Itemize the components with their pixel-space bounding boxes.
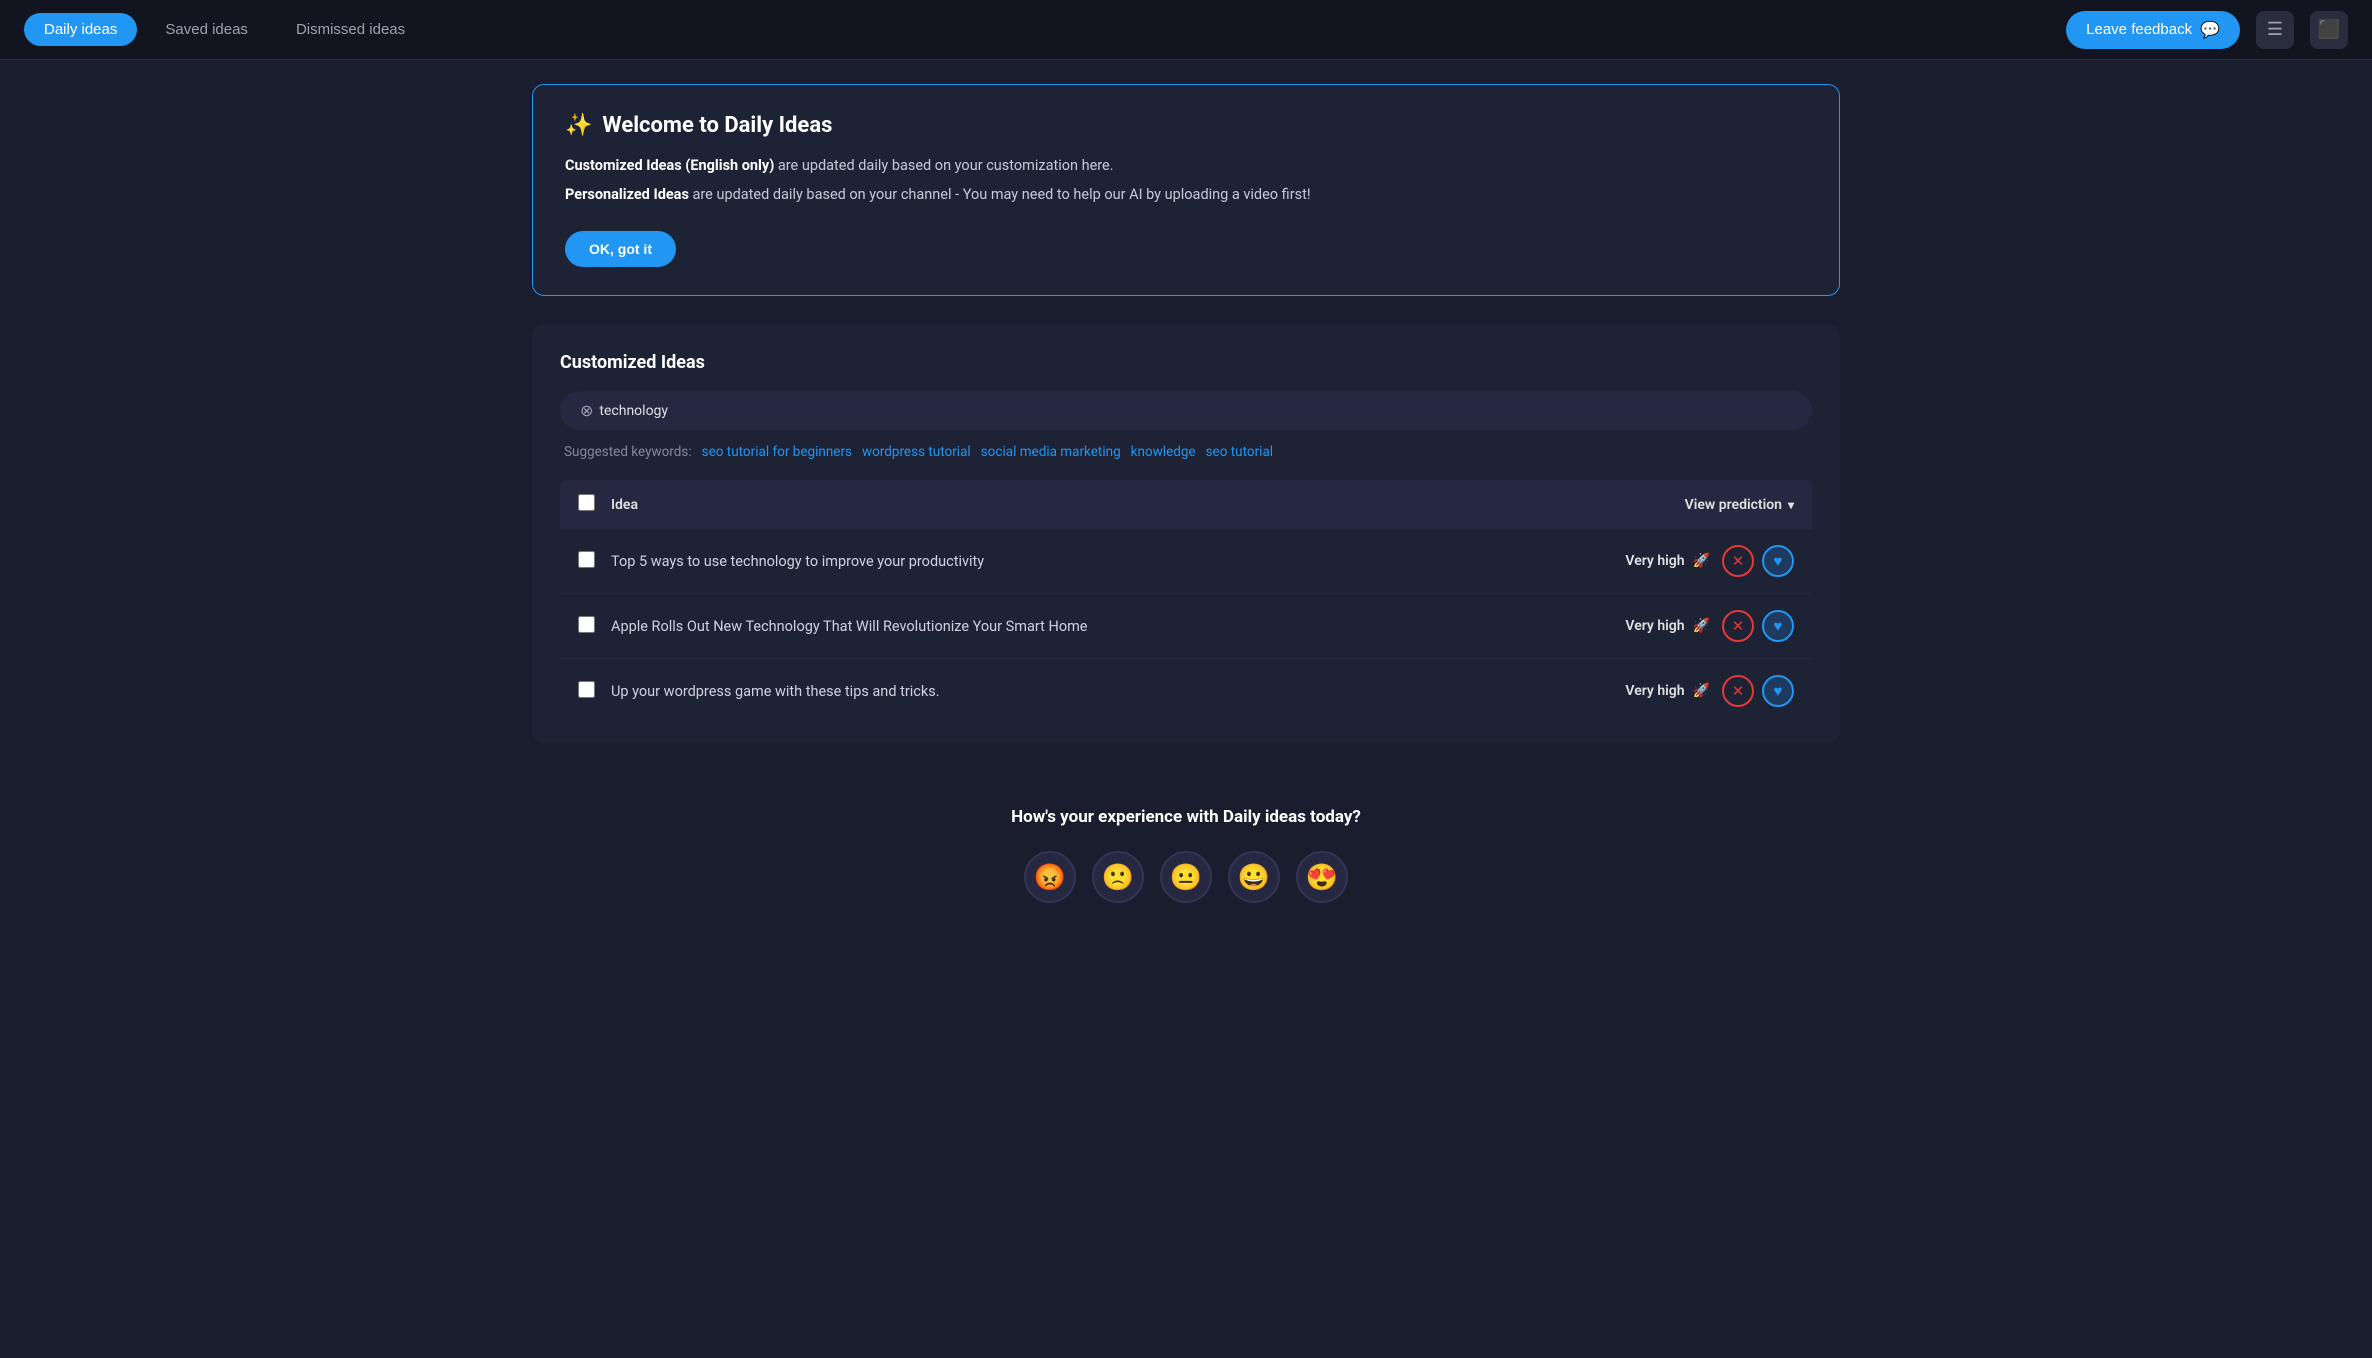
top-navigation: Daily ideas Saved ideas Dismissed ideas …: [0, 0, 2372, 60]
keyword-tag: ⊗ technology: [580, 401, 668, 420]
header-checkbox-container[interactable]: [578, 494, 595, 515]
dismiss-button-2[interactable]: ✕: [1722, 675, 1754, 707]
love-emoji: 😍: [1306, 862, 1338, 893]
emoji-happy[interactable]: 😀: [1228, 851, 1280, 903]
row-idea-text-0: Top 5 ways to use technology to improve …: [611, 553, 1625, 570]
tab-daily-ideas[interactable]: Daily ideas: [24, 13, 137, 46]
tab-saved-ideas[interactable]: Saved ideas: [145, 13, 268, 46]
customized-ideas-section: Customized Ideas ⊗ technology Suggested …: [532, 324, 1840, 743]
suggested-keyword-3[interactable]: knowledge: [1131, 444, 1196, 460]
suggested-label: Suggested keywords:: [564, 444, 692, 460]
suggested-keywords-row: Suggested keywords: seo tutorial for beg…: [560, 444, 1812, 460]
feedback-question: How's your experience with Daily ideas t…: [532, 807, 1840, 827]
row-checkbox-0[interactable]: [578, 551, 595, 568]
sparkle-icon: ✨: [565, 113, 592, 138]
welcome-line-2: Personalized Ideas are updated daily bas…: [565, 183, 1807, 208]
row-idea-text-2: Up your wordpress game with these tips a…: [611, 683, 1625, 700]
feedback-section: How's your experience with Daily ideas t…: [532, 771, 1840, 919]
nav-right: Leave feedback 💬 ☰ ⬛: [2066, 11, 2348, 49]
save-button-1[interactable]: ♥: [1762, 610, 1794, 642]
select-all-checkbox[interactable]: [578, 494, 595, 511]
rocket-icon-0: 🚀: [1693, 553, 1710, 569]
sad-emoji: 🙁: [1102, 862, 1134, 893]
section-title: Customized Ideas: [560, 352, 1812, 373]
dismiss-button-0[interactable]: ✕: [1722, 545, 1754, 577]
suggested-keyword-4[interactable]: seo tutorial: [1206, 444, 1274, 460]
header-idea: Idea: [611, 497, 1685, 513]
neutral-emoji: 😐: [1170, 862, 1202, 893]
suggested-keyword-1[interactable]: wordpress tutorial: [862, 444, 971, 460]
chevron-down-icon: ▾: [1788, 498, 1794, 512]
rocket-icon-1: 🚀: [1693, 618, 1710, 634]
row-checkbox-2[interactable]: [578, 681, 595, 698]
angry-emoji: 😡: [1034, 862, 1066, 893]
emoji-neutral[interactable]: 😐: [1160, 851, 1212, 903]
list-icon: ☰: [2267, 19, 2283, 40]
row-prediction-0: Very high 🚀: [1625, 553, 1710, 569]
remove-keyword-icon[interactable]: ⊗: [580, 401, 593, 420]
row-idea-text-1: Apple Rolls Out New Technology That Will…: [611, 618, 1625, 635]
emoji-love[interactable]: 😍: [1296, 851, 1348, 903]
row-actions-0: ✕ ♥: [1722, 545, 1794, 577]
list-view-button[interactable]: ☰: [2256, 11, 2294, 49]
emoji-row: 😡 🙁 😐 😀 😍: [532, 851, 1840, 903]
feedback-label: Leave feedback: [2086, 21, 2192, 38]
leave-feedback-button[interactable]: Leave feedback 💬: [2066, 11, 2240, 49]
main-content: ✨ Welcome to Daily Ideas Customized Idea…: [496, 60, 1876, 943]
suggested-keyword-2[interactable]: social media marketing: [981, 444, 1121, 460]
welcome-banner: ✨ Welcome to Daily Ideas Customized Idea…: [532, 84, 1840, 296]
nav-tabs: Daily ideas Saved ideas Dismissed ideas: [24, 13, 2066, 46]
suggested-keyword-0[interactable]: seo tutorial for beginners: [702, 444, 852, 460]
row-checkbox-1[interactable]: [578, 616, 595, 633]
ok-got-it-button[interactable]: OK, got it: [565, 231, 676, 267]
keyword-input-row[interactable]: ⊗ technology: [560, 391, 1812, 430]
row-prediction-1: Very high 🚀: [1625, 618, 1710, 634]
row-actions-2: ✕ ♥: [1722, 675, 1794, 707]
dismiss-button-1[interactable]: ✕: [1722, 610, 1754, 642]
emoji-angry[interactable]: 😡: [1024, 851, 1076, 903]
happy-emoji: 😀: [1238, 862, 1270, 893]
save-button-0[interactable]: ♥: [1762, 545, 1794, 577]
save-button-2[interactable]: ♥: [1762, 675, 1794, 707]
monitor-button[interactable]: ⬛: [2310, 11, 2348, 49]
row-actions-1: ✕ ♥: [1722, 610, 1794, 642]
table-row: Top 5 ways to use technology to improve …: [560, 529, 1812, 594]
tab-dismissed-ideas[interactable]: Dismissed ideas: [276, 13, 425, 46]
table-row: Apple Rolls Out New Technology That Will…: [560, 594, 1812, 659]
monitor-icon: ⬛: [2318, 19, 2340, 40]
table-header: Idea View prediction ▾: [560, 480, 1812, 529]
row-prediction-2: Very high 🚀: [1625, 683, 1710, 699]
welcome-title: ✨ Welcome to Daily Ideas: [565, 113, 1807, 138]
emoji-sad[interactable]: 🙁: [1092, 851, 1144, 903]
table-row: Up your wordpress game with these tips a…: [560, 659, 1812, 723]
rocket-icon-2: 🚀: [1693, 683, 1710, 699]
header-prediction[interactable]: View prediction ▾: [1685, 497, 1794, 513]
ideas-table-body: Top 5 ways to use technology to improve …: [560, 529, 1812, 723]
welcome-line-1: Customized Ideas (English only) are upda…: [565, 154, 1807, 179]
chat-icon: 💬: [2200, 20, 2220, 40]
